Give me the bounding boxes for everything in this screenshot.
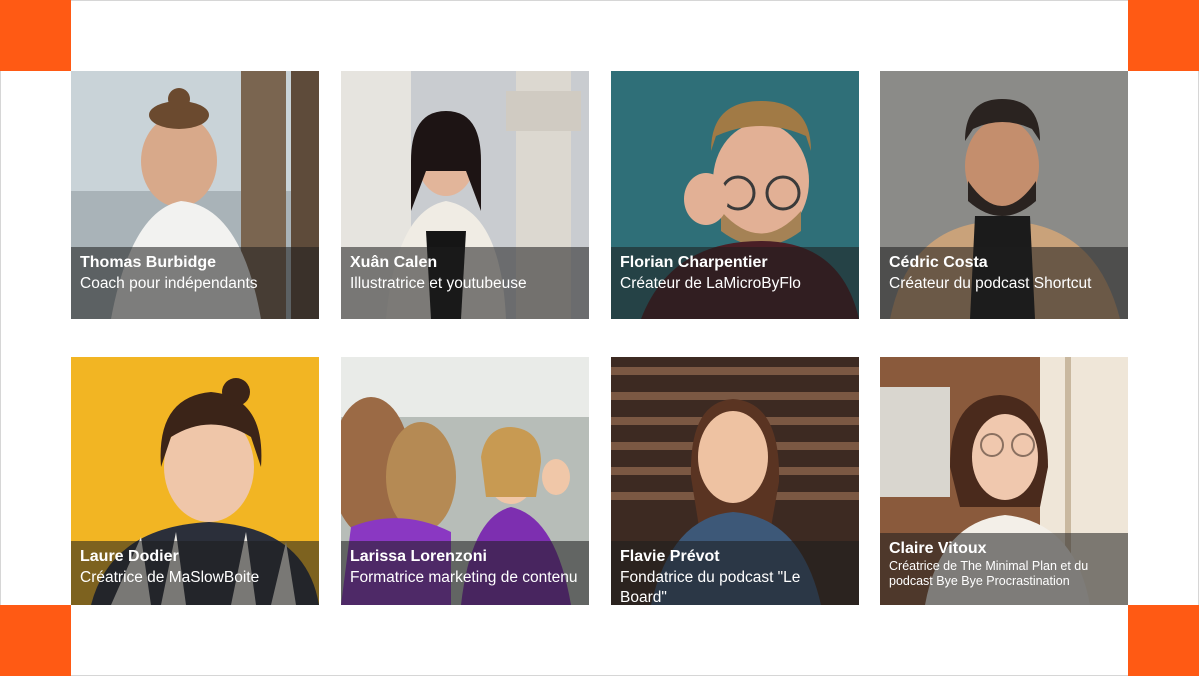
person-name: Larissa Lorenzoni — [350, 548, 487, 565]
card-caption: Laure Dodier Créatrice de MaSlowBoite — [71, 541, 319, 605]
card-caption: Larissa Lorenzoni Formatrice marketing d… — [341, 541, 589, 605]
person-name: Flavie Prévot — [620, 548, 720, 565]
person-role: Illustratrice et youtubeuse — [350, 275, 527, 292]
card-caption: Xuân Calen Illustratrice et youtubeuse — [341, 247, 589, 319]
card-caption: Flavie Prévot Fondatrice du podcast "Le … — [611, 541, 859, 605]
person-name: Laure Dodier — [80, 548, 179, 565]
person-card: Thomas Burbidge Coach pour indépendants — [71, 71, 319, 319]
corner-accent — [1128, 0, 1199, 71]
person-card: Florian Charpentier Créateur de LaMicroB… — [611, 71, 859, 319]
person-card: Xuân Calen Illustratrice et youtubeuse — [341, 71, 589, 319]
person-card: Cédric Costa Créateur du podcast Shortcu… — [880, 71, 1128, 319]
person-name: Claire Vitoux — [889, 540, 987, 557]
card-caption: Cédric Costa Créateur du podcast Shortcu… — [880, 247, 1128, 319]
person-card: Laure Dodier Créatrice de MaSlowBoite — [71, 357, 319, 605]
person-name: Florian Charpentier — [620, 254, 768, 271]
person-role: Créateur du podcast Shortcut — [889, 275, 1092, 292]
person-role: Fondatrice du podcast "Le Board" — [620, 569, 801, 605]
person-role: Créateur de LaMicroByFlo — [620, 275, 801, 292]
person-card: Flavie Prévot Fondatrice du podcast "Le … — [611, 357, 859, 605]
person-name: Thomas Burbidge — [80, 254, 217, 271]
card-caption: Florian Charpentier Créateur de LaMicroB… — [611, 247, 859, 319]
person-role: Créatrice de The Minimal Plan et du podc… — [889, 559, 1089, 588]
corner-accent — [1128, 605, 1199, 676]
person-role: Coach pour indépendants — [80, 275, 258, 292]
person-name: Cédric Costa — [889, 254, 988, 271]
card-caption: Thomas Burbidge Coach pour indépendants — [71, 247, 319, 319]
person-name: Xuân Calen — [350, 254, 438, 271]
person-card: Larissa Lorenzoni Formatrice marketing d… — [341, 357, 589, 605]
person-card: Claire Vitoux Créatrice de The Minimal P… — [880, 357, 1128, 605]
corner-accent — [0, 0, 71, 71]
corner-accent — [0, 605, 71, 676]
card-caption: Claire Vitoux Créatrice de The Minimal P… — [880, 533, 1128, 605]
person-role: Formatrice marketing de contenu — [350, 569, 578, 586]
person-role: Créatrice de MaSlowBoite — [80, 569, 260, 586]
